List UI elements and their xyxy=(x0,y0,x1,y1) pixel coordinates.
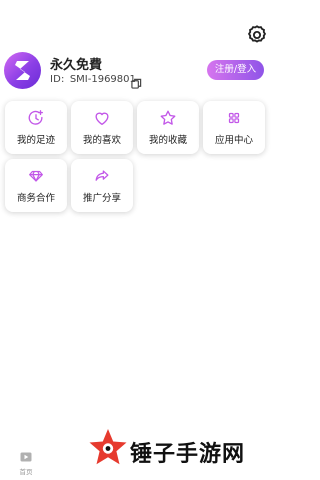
diamond-icon xyxy=(29,170,43,182)
tile-app-center[interactable]: 应用中心 xyxy=(203,101,265,154)
star-logo-icon xyxy=(89,429,127,465)
heart-icon xyxy=(95,112,109,125)
tile-favorites[interactable]: 我的收藏 xyxy=(137,101,199,154)
app-logo-avatar[interactable] xyxy=(4,52,41,89)
login-register-button[interactable]: 注册/登入 xyxy=(207,60,264,80)
user-id: ID: SMI-1969801 xyxy=(50,74,136,85)
grid-icon xyxy=(228,112,240,124)
gear-icon xyxy=(247,25,267,43)
play-icon xyxy=(20,452,32,462)
s-logo-icon xyxy=(15,61,30,80)
tile-label: 我的足迹 xyxy=(16,135,55,146)
user-id-label: ID: xyxy=(50,74,65,85)
copy-icon xyxy=(131,78,142,89)
tile-footprints[interactable]: 我的足迹 xyxy=(5,101,67,154)
tile-label: 推广分享 xyxy=(82,193,121,204)
star-icon xyxy=(160,110,176,125)
copy-id-button[interactable] xyxy=(131,74,142,89)
tile-share[interactable]: 推广分享 xyxy=(71,159,133,212)
tile-label: 应用中心 xyxy=(214,135,253,146)
settings-button[interactable] xyxy=(246,24,268,46)
tab-home[interactable]: 首页 xyxy=(0,444,68,480)
tile-label: 商务合作 xyxy=(16,193,55,204)
tab-home-label: 首页 xyxy=(19,468,33,476)
username: 永久免費 xyxy=(50,58,103,73)
watermark: 锤子手游网 xyxy=(86,426,266,474)
clock-icon xyxy=(28,110,43,125)
tile-likes[interactable]: 我的喜欢 xyxy=(71,101,133,154)
tile-label: 我的收藏 xyxy=(148,135,187,146)
user-id-value: SMI-1969801 xyxy=(69,74,136,85)
tile-label: 我的喜欢 xyxy=(82,135,121,146)
share-icon xyxy=(95,170,109,181)
tile-business[interactable]: 商务合作 xyxy=(5,159,67,212)
watermark-text: 锤子手游网 xyxy=(130,442,246,467)
